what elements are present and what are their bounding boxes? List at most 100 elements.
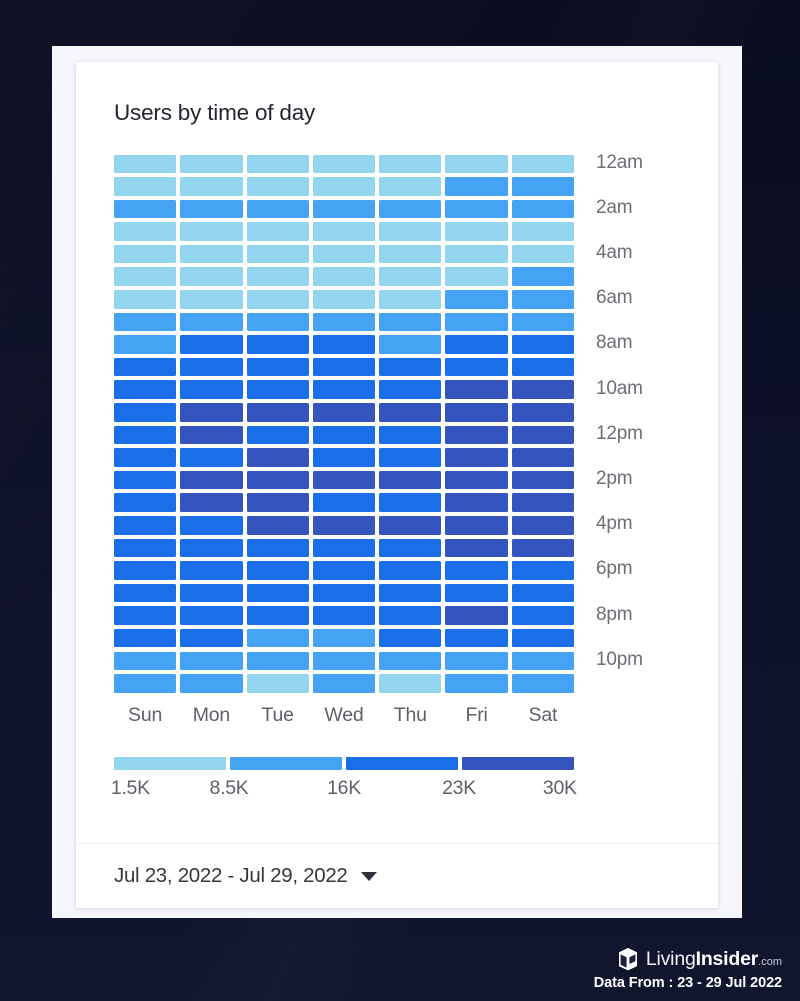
heatmap-cell[interactable] xyxy=(379,471,441,490)
heatmap-cell[interactable] xyxy=(313,245,375,264)
heatmap-cell[interactable] xyxy=(445,155,507,174)
heatmap-cell[interactable] xyxy=(180,448,242,467)
heatmap-cell[interactable] xyxy=(445,313,507,332)
heatmap-cell[interactable] xyxy=(313,200,375,219)
heatmap-cell[interactable] xyxy=(379,177,441,196)
heatmap-cell[interactable] xyxy=(313,674,375,693)
heatmap-cell[interactable] xyxy=(313,493,375,512)
heatmap-cell[interactable] xyxy=(247,652,309,671)
heatmap-cell[interactable] xyxy=(247,561,309,580)
heatmap-cell[interactable] xyxy=(247,290,309,309)
heatmap-cell[interactable] xyxy=(512,584,574,603)
heatmap-cell[interactable] xyxy=(114,561,176,580)
heatmap-cell[interactable] xyxy=(512,539,574,558)
heatmap-cell[interactable] xyxy=(114,516,176,535)
heatmap-cell[interactable] xyxy=(512,629,574,648)
heatmap-cell[interactable] xyxy=(379,652,441,671)
heatmap-cell[interactable] xyxy=(512,267,574,286)
heatmap-cell[interactable] xyxy=(379,267,441,286)
heatmap-cell[interactable] xyxy=(313,380,375,399)
heatmap-cell[interactable] xyxy=(114,493,176,512)
heatmap-cell[interactable] xyxy=(379,380,441,399)
heatmap-cell[interactable] xyxy=(114,606,176,625)
heatmap-cell[interactable] xyxy=(247,539,309,558)
heatmap-cell[interactable] xyxy=(114,380,176,399)
heatmap-cell[interactable] xyxy=(247,155,309,174)
heatmap-cell[interactable] xyxy=(114,629,176,648)
heatmap-cell[interactable] xyxy=(180,222,242,241)
heatmap-cell[interactable] xyxy=(512,606,574,625)
heatmap-cell[interactable] xyxy=(180,335,242,354)
heatmap-cell[interactable] xyxy=(180,358,242,377)
heatmap-cell[interactable] xyxy=(247,200,309,219)
heatmap-cell[interactable] xyxy=(180,177,242,196)
heatmap-cell[interactable] xyxy=(379,629,441,648)
heatmap-cell[interactable] xyxy=(313,539,375,558)
heatmap-cell[interactable] xyxy=(114,674,176,693)
heatmap-cell[interactable] xyxy=(180,516,242,535)
heatmap-cell[interactable] xyxy=(379,561,441,580)
heatmap-cell[interactable] xyxy=(247,313,309,332)
heatmap-cell[interactable] xyxy=(313,335,375,354)
heatmap-cell[interactable] xyxy=(313,290,375,309)
heatmap-cell[interactable] xyxy=(512,471,574,490)
heatmap-cell[interactable] xyxy=(180,380,242,399)
heatmap-cell[interactable] xyxy=(445,606,507,625)
heatmap-cell[interactable] xyxy=(180,584,242,603)
heatmap-cell[interactable] xyxy=(180,629,242,648)
heatmap-cell[interactable] xyxy=(313,652,375,671)
heatmap-cell[interactable] xyxy=(180,471,242,490)
heatmap-cell[interactable] xyxy=(445,290,507,309)
heatmap-cell[interactable] xyxy=(445,652,507,671)
heatmap-cell[interactable] xyxy=(379,222,441,241)
heatmap-cell[interactable] xyxy=(180,493,242,512)
heatmap-cell[interactable] xyxy=(445,222,507,241)
heatmap-cell[interactable] xyxy=(379,245,441,264)
heatmap-cell[interactable] xyxy=(379,516,441,535)
heatmap-cell[interactable] xyxy=(247,448,309,467)
heatmap-cell[interactable] xyxy=(247,674,309,693)
date-range-selector[interactable]: Jul 23, 2022 - Jul 29, 2022 xyxy=(76,843,718,908)
heatmap-cell[interactable] xyxy=(180,403,242,422)
heatmap-cell[interactable] xyxy=(445,426,507,445)
heatmap-cell[interactable] xyxy=(180,426,242,445)
heatmap-cell[interactable] xyxy=(445,493,507,512)
heatmap-cell[interactable] xyxy=(379,313,441,332)
heatmap-cell[interactable] xyxy=(445,380,507,399)
heatmap-cell[interactable] xyxy=(445,245,507,264)
heatmap-cell[interactable] xyxy=(512,200,574,219)
heatmap-cell[interactable] xyxy=(313,313,375,332)
heatmap-cell[interactable] xyxy=(512,380,574,399)
heatmap-cell[interactable] xyxy=(379,155,441,174)
heatmap-cell[interactable] xyxy=(445,539,507,558)
heatmap-cell[interactable] xyxy=(512,358,574,377)
heatmap-cell[interactable] xyxy=(379,290,441,309)
heatmap-cell[interactable] xyxy=(379,493,441,512)
heatmap-cell[interactable] xyxy=(445,177,507,196)
heatmap-cell[interactable] xyxy=(180,539,242,558)
heatmap-cell[interactable] xyxy=(512,426,574,445)
heatmap-cell[interactable] xyxy=(114,245,176,264)
heatmap-cell[interactable] xyxy=(180,313,242,332)
heatmap-cell[interactable] xyxy=(114,652,176,671)
heatmap-cell[interactable] xyxy=(247,516,309,535)
heatmap-cell[interactable] xyxy=(445,200,507,219)
heatmap-cell[interactable] xyxy=(445,516,507,535)
heatmap-cell[interactable] xyxy=(512,652,574,671)
heatmap-cell[interactable] xyxy=(114,267,176,286)
heatmap-cell[interactable] xyxy=(379,335,441,354)
heatmap-cell[interactable] xyxy=(512,561,574,580)
heatmap-cell[interactable] xyxy=(247,222,309,241)
heatmap-cell[interactable] xyxy=(313,358,375,377)
heatmap-cell[interactable] xyxy=(313,155,375,174)
heatmap-cell[interactable] xyxy=(114,335,176,354)
heatmap-cell[interactable] xyxy=(313,222,375,241)
heatmap-cell[interactable] xyxy=(114,177,176,196)
heatmap-cell[interactable] xyxy=(512,493,574,512)
heatmap-cell[interactable] xyxy=(180,200,242,219)
heatmap-cell[interactable] xyxy=(247,245,309,264)
heatmap-cell[interactable] xyxy=(247,584,309,603)
heatmap-cell[interactable] xyxy=(379,674,441,693)
heatmap-cell[interactable] xyxy=(445,674,507,693)
heatmap-cell[interactable] xyxy=(313,448,375,467)
